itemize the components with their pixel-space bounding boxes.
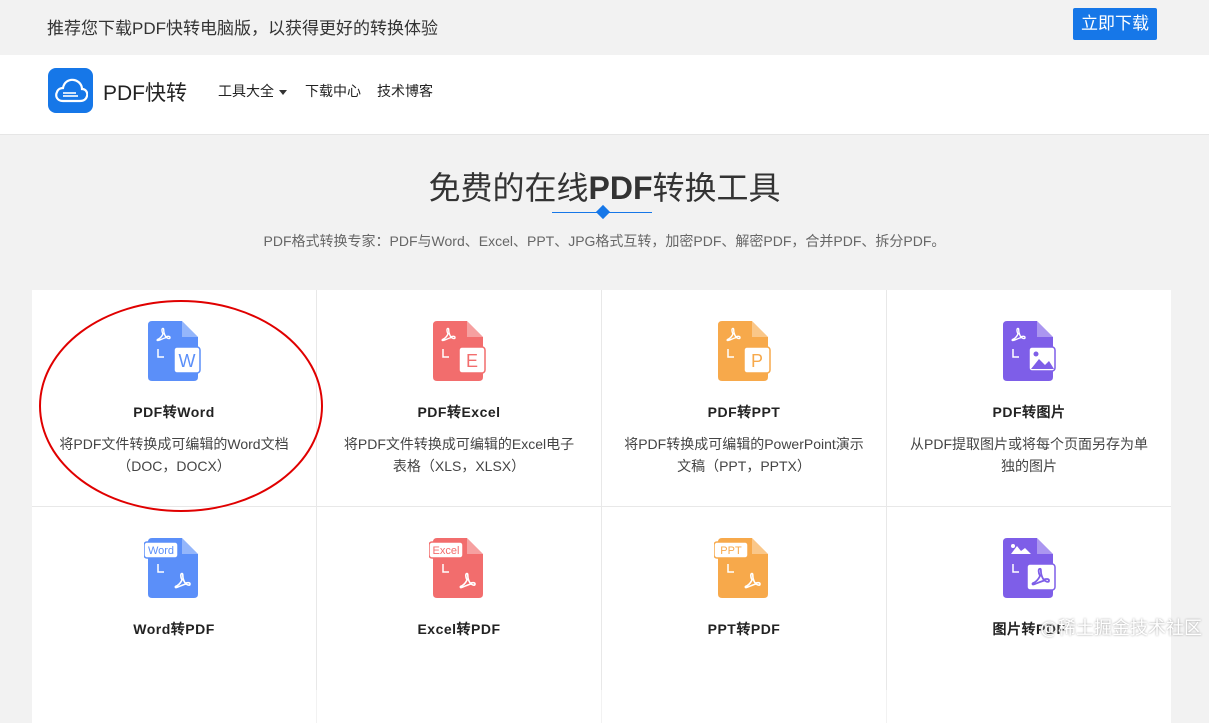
tool-card[interactable]: PPT PPT转PDF [602,507,886,723]
svg-text:E: E [466,351,478,371]
tool-card[interactable]: P PDF转PPT 将PDF转换成可编辑的PowerPoint演示文稿（PPT，PP… [602,290,886,506]
ppt-to-pdf-icon: PPT [713,536,774,600]
tool-card[interactable]: W PDF转Word 将PDF文件转换成可编辑的Word文档（DOC，DOCX） [32,290,316,506]
tool-card[interactable]: Word Word转PDF [32,507,316,723]
caret-down-icon [279,89,287,95]
tool-title: PPT转PDF [707,621,781,637]
svg-text:W: W [179,351,196,371]
tool-description: 将PDF文件转换成可编辑的Word文档（DOC，DOCX） [59,436,289,474]
tool-card[interactable]: E PDF转Excel 将PDF文件转换成可编辑的Excel电子表格（XLS，XLS… [317,290,601,506]
tool-title: PDF转Word [133,404,215,420]
nav-download-center[interactable]: 下载中心 [305,81,361,101]
tool-title: Word转PDF [133,621,215,637]
excel-to-pdf-icon: Excel [428,536,489,600]
pdf-to-image-icon [999,319,1059,383]
pdf-to-word-icon: W [144,319,204,383]
banner-text: 推荐您下载PDF快转电脑版，以获得更好的转换体验 [47,19,438,38]
tool-card[interactable]: PDF转图片从PDF提取图片或将每个页面另存为单独的图片 [887,290,1171,506]
svg-text:PPT: PPT [720,545,742,557]
svg-text:Word: Word [148,545,174,557]
nav-tools[interactable]: 工具大全 [218,81,287,101]
tool-description: 将PDF文件转换成可编辑的Excel电子表格（XLS，XLSX） [343,436,575,474]
tool-description: 将PDF转换成可编辑的PowerPoint演示文稿（PPT，PPTX） [624,436,864,474]
svg-text:P: P [751,351,763,371]
pdf-to-excel-icon: E [429,319,489,383]
page-subtitle: PDF格式转换专家：PDF与Word、Excel、PPT、JPG格式互转，加密P… [263,233,946,249]
tool-title: PDF转图片 [992,404,1066,420]
download-now-button[interactable]: 立即下载 [1073,8,1157,40]
image-to-pdf-icon [999,536,1059,600]
word-to-pdf-icon: Word [143,536,204,600]
svg-text:Excel: Excel [433,545,460,557]
brand-name[interactable]: PDF快转 [103,77,187,107]
tool-title: PDF转Excel [417,404,501,420]
logo-icon[interactable] [48,68,93,113]
tool-grid: W PDF转Word 将PDF文件转换成可编辑的Word文档（DOC，DOCX） E P… [32,290,1171,723]
page-title: 免费的在线PDF转换工具 [428,170,781,206]
tool-title: PDF转PPT [707,404,781,420]
tool-card[interactable]: Excel Excel转PDF [317,507,601,723]
tool-description: 从PDF提取图片或将每个页面另存为单独的图片 [910,436,1148,474]
download-banner: 推荐您下载PDF快转电脑版，以获得更好的转换体验 立即下载 [0,0,1209,55]
watermark: @稀土掘金技术社区 [1040,618,1202,639]
pdf-to-ppt-icon: P [714,319,774,383]
nav-tech-blog[interactable]: 技术博客 [377,81,433,101]
top-nav: PDF快转 工具大全 下载中心 技术博客 [0,55,1209,135]
tool-title: Excel转PDF [417,621,501,637]
